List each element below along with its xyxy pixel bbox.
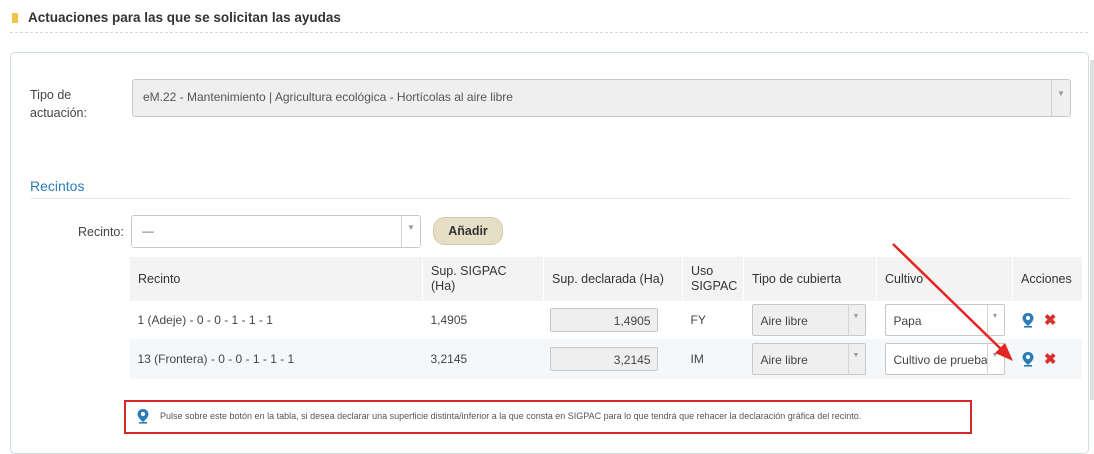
chevron-down-icon: ▼ xyxy=(991,352,999,359)
map-marker-icon xyxy=(137,409,149,424)
recinto-dropdown[interactable]: ▼ xyxy=(401,216,420,247)
cell-sup-sigpac: 3,2145 xyxy=(422,339,544,379)
cell-recinto: 1 (Adeje) - 0 - 0 - 1 - 1 - 1 xyxy=(137,313,273,327)
recinto-label: Recinto: xyxy=(78,225,124,239)
chevron-down-icon: ▼ xyxy=(407,223,415,232)
scrollbar[interactable] xyxy=(1090,60,1094,400)
tipo-cubierta-value: Aire libre xyxy=(760,314,808,328)
cell-acciones: ✖ xyxy=(1012,339,1082,379)
map-marker-icon[interactable] xyxy=(1021,312,1035,328)
cultivo-value: Papa xyxy=(893,314,922,328)
tipo-actuacion-label-text: Tipo de actuación: xyxy=(30,88,87,120)
header-sup-sigpac-text: Sup. SIGPAC (Ha) xyxy=(431,264,507,293)
tipo-cubierta-select[interactable]: Aire libre ▼ xyxy=(751,343,866,375)
delete-icon[interactable]: ✖ xyxy=(1044,350,1057,368)
tipo-actuacion-label: Tipo de actuación: xyxy=(30,86,100,122)
tipo-cubierta-value: Aire libre xyxy=(760,353,808,367)
cell-cultivo: Papa ▼ xyxy=(877,301,1013,339)
help-note-text: Pulse sobre este botón en la tabla, si d… xyxy=(160,411,862,421)
header-uso-sigpac-text: Uso SIGPAC xyxy=(691,264,738,293)
table-row: 13 (Frontera) - 0 - 0 - 1 - 1 - 1 3,2145… xyxy=(129,339,1082,379)
chevron-down-icon: ▼ xyxy=(852,352,860,359)
section-title: Actuaciones para las que se solicitan la… xyxy=(28,10,341,25)
cell-sup-declarada: 1,4905 xyxy=(544,301,683,339)
cell-uso: FY xyxy=(690,313,706,327)
cell-acciones: ✖ xyxy=(1013,301,1083,339)
cell-recinto: 13 (Frontera) - 0 - 0 - 1 - 1 - 1 xyxy=(129,339,423,379)
cell-uso: IM xyxy=(682,339,744,379)
header-uso-sigpac: Uso SIGPAC xyxy=(682,257,744,301)
chevron-down-icon: ▼ xyxy=(991,313,999,320)
tipo-actuacion-dropdown[interactable]: ▼ xyxy=(1051,80,1070,116)
recintos-divider xyxy=(30,198,1070,199)
table-header-row: Recinto Sup. SIGPAC (Ha) Sup. declarada … xyxy=(129,257,1082,301)
chevron-down-icon: ▼ xyxy=(852,313,860,320)
header-sup-declarada: Sup. declarada (Ha) xyxy=(543,257,683,301)
tipo-cubierta-dropdown[interactable]: ▼ xyxy=(847,305,865,335)
add-recinto-button[interactable]: Añadir xyxy=(433,217,503,245)
cultivo-select[interactable]: Cultivo de prueba ▼ xyxy=(884,343,1005,375)
cultivo-dropdown[interactable]: ▼ xyxy=(986,305,1004,335)
cultivo-dropdown[interactable]: ▼ xyxy=(986,344,1004,374)
recinto-select-value: — xyxy=(142,224,154,238)
header-recinto: Recinto xyxy=(129,257,423,301)
tipo-actuacion-select[interactable]: eM.22 - Mantenimiento | Agricultura ecol… xyxy=(132,79,1071,117)
tipo-cubierta-dropdown[interactable]: ▼ xyxy=(847,344,865,374)
header-cultivo: Cultivo xyxy=(876,257,1013,301)
sup-declarada-input[interactable]: 3,2145 xyxy=(549,347,658,371)
recinto-select[interactable]: — ▼ xyxy=(131,215,421,248)
section-header: Actuaciones para las que se solicitan la… xyxy=(10,8,1088,33)
cultivo-select[interactable]: Papa ▼ xyxy=(884,304,1005,336)
recintos-table: Recinto Sup. SIGPAC (Ha) Sup. declarada … xyxy=(129,257,1082,379)
cell-cubierta: Aire libre ▼ xyxy=(743,339,877,379)
chevron-down-icon: ▼ xyxy=(1057,89,1065,98)
cell-sup-declarada: 3,2145 xyxy=(543,339,683,379)
header-tipo-cubierta: Tipo de cubierta xyxy=(743,257,877,301)
table-row: 1 (Adeje) - 0 - 0 - 1 - 1 - 1 1,4905 1,4… xyxy=(130,301,1083,339)
map-marker-icon[interactable] xyxy=(1021,351,1035,367)
tipo-cubierta-select[interactable]: Aire libre ▼ xyxy=(751,304,866,336)
cell-cubierta: Aire libre ▼ xyxy=(744,301,877,339)
header-acciones: Acciones xyxy=(1012,257,1082,301)
header-sup-sigpac: Sup. SIGPAC (Ha) xyxy=(422,257,544,301)
tipo-actuacion-value: eM.22 - Mantenimiento | Agricultura ecol… xyxy=(143,90,513,104)
sup-declarada-input[interactable]: 1,4905 xyxy=(549,308,658,332)
cell-cultivo: Cultivo de prueba ▼ xyxy=(876,339,1013,379)
help-note: Pulse sobre este botón en la tabla, si d… xyxy=(124,400,972,434)
cultivo-value: Cultivo de prueba xyxy=(893,353,988,367)
cell-sup-sigpac: 1,4905 xyxy=(430,313,468,327)
section-marker-icon xyxy=(12,13,18,23)
recintos-title: Recintos xyxy=(30,178,85,194)
delete-icon[interactable]: ✖ xyxy=(1044,311,1057,329)
